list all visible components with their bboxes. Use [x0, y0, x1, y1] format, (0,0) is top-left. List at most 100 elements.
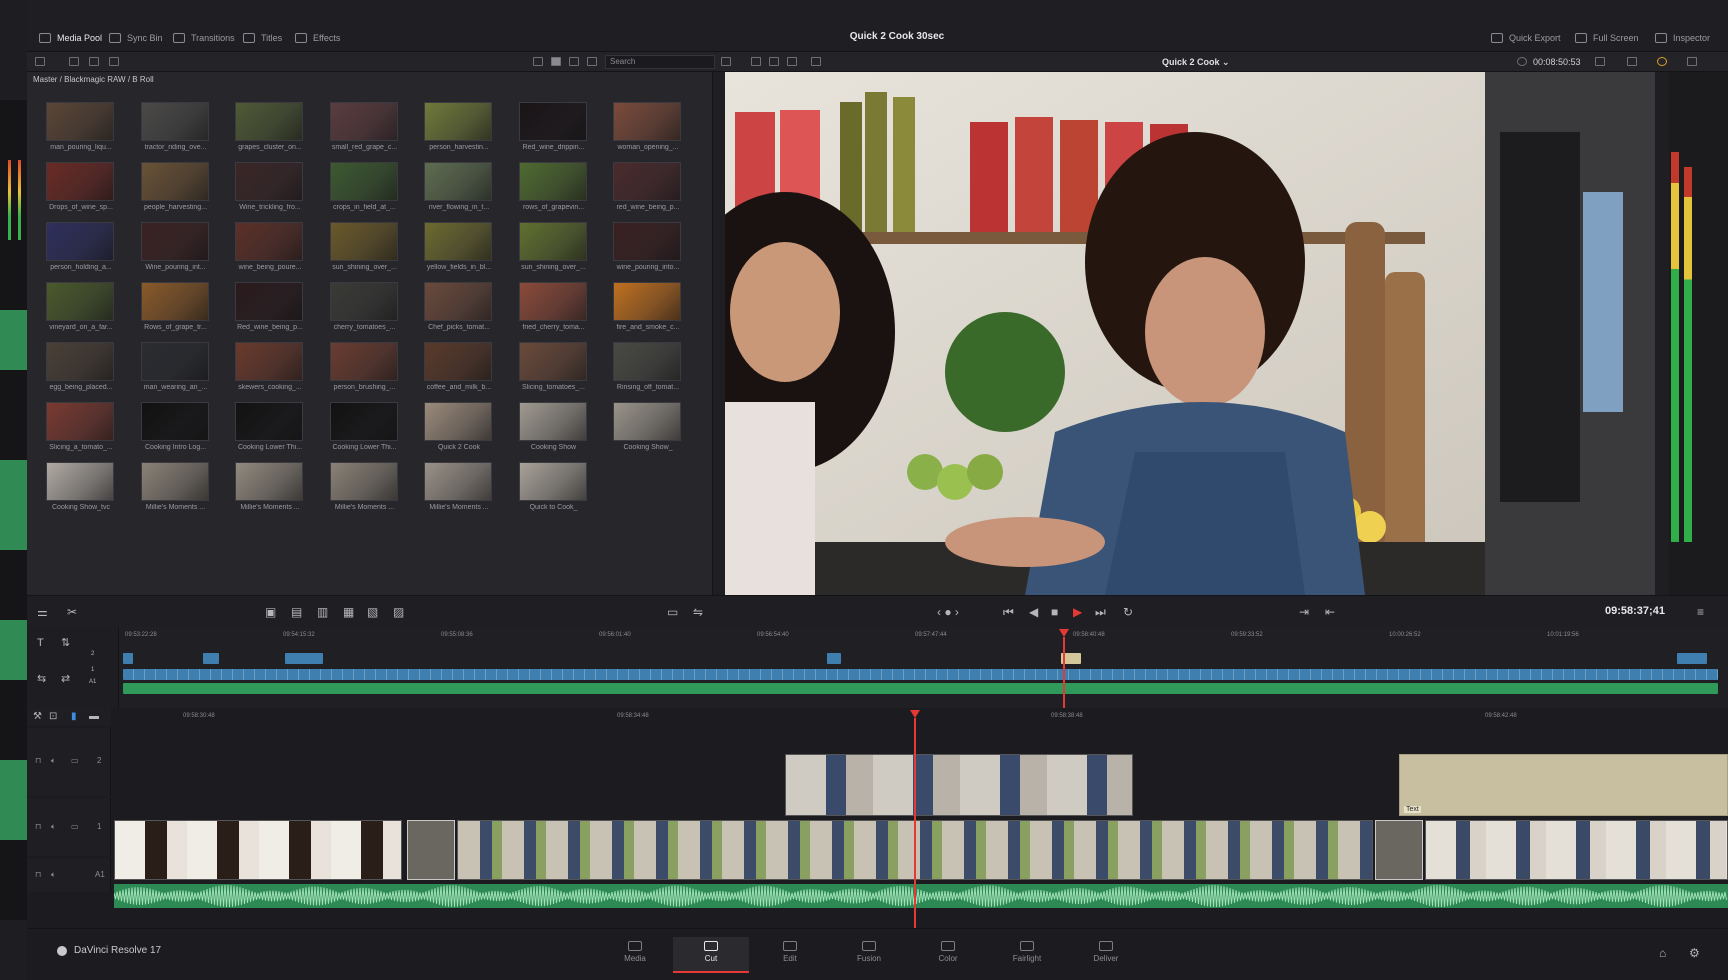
- timeline-view-icon[interactable]: ▭: [667, 606, 678, 618]
- page-edit[interactable]: Edit: [752, 937, 828, 973]
- page-media[interactable]: Media: [597, 937, 673, 973]
- media-clip[interactable]: person_harvestin...: [423, 102, 495, 160]
- media-clip[interactable]: Cooking Lower Thi...: [234, 402, 306, 460]
- transition-clip[interactable]: [1375, 820, 1423, 880]
- media-clip[interactable]: person_holding_a...: [45, 222, 117, 280]
- sort-icon[interactable]: [721, 57, 731, 66]
- transitions-button[interactable]: Transitions: [173, 31, 235, 45]
- upper-clip[interactable]: [1677, 653, 1707, 664]
- lock-icon[interactable]: ⊓: [35, 870, 41, 879]
- viewer-mode-icon[interactable]: [751, 57, 761, 66]
- upper-playhead[interactable]: [1063, 637, 1065, 708]
- media-clip[interactable]: wine_being_poure...: [234, 222, 306, 280]
- speaker-icon[interactable]: 🔈︎: [51, 870, 56, 880]
- text-tool-icon[interactable]: T: [37, 637, 44, 649]
- media-clip[interactable]: Millie's Moments ...: [234, 462, 306, 520]
- menu-icon[interactable]: ≡: [1697, 606, 1704, 618]
- media-clip[interactable]: egg_being_placed...: [45, 342, 117, 400]
- color-icon[interactable]: [1657, 57, 1667, 66]
- upper-audio-track[interactable]: [123, 683, 1718, 694]
- media-clip[interactable]: Red_wine_being_p...: [234, 282, 306, 340]
- media-clip[interactable]: vineyard_on_a_far...: [45, 282, 117, 340]
- trim-icon[interactable]: ⇋: [693, 606, 703, 618]
- a1-audio-clip[interactable]: [114, 884, 1728, 908]
- v1-clip[interactable]: [1425, 820, 1728, 880]
- media-clip[interactable]: wine_pouring_into...: [612, 222, 684, 280]
- upper-video-track[interactable]: [123, 669, 1718, 680]
- media-clip[interactable]: rows_of_grapevin...: [518, 162, 590, 220]
- list-view-icon[interactable]: [533, 57, 543, 66]
- breadcrumb[interactable]: Master / Blackmagic RAW / B Roll: [33, 75, 154, 84]
- close-up-icon[interactable]: ▦: [343, 606, 354, 618]
- source-tape-icon[interactable]: [769, 57, 779, 66]
- media-clip[interactable]: man_pouring_liqu...: [45, 102, 117, 160]
- audio-link-icon[interactable]: ⇆: [37, 673, 46, 685]
- upper-clip[interactable]: [285, 653, 323, 664]
- media-clip[interactable]: Quick to Cook_: [518, 462, 590, 520]
- settings-icon[interactable]: ⚙: [1689, 947, 1700, 959]
- skip-start-icon[interactable]: ⏮: [1003, 606, 1014, 618]
- filmstrip-view-icon[interactable]: [569, 57, 579, 66]
- media-clip[interactable]: Cooking Show_tvc: [45, 462, 117, 520]
- loop-icon[interactable]: ↻: [1123, 606, 1133, 618]
- media-clip[interactable]: Cooking Show_: [612, 402, 684, 460]
- v2-clip[interactable]: [785, 754, 1133, 816]
- upper-ruler[interactable]: 09:53:22:28 09:54:15:32 09:55:08:36 09:56:0…: [119, 631, 1719, 643]
- lower-timeline[interactable]: ⚒ ⊡ ▮ ▬ 09:58:30:48 09:58:34:48 09:58:38:4…: [27, 708, 1728, 928]
- speaker-icon[interactable]: [1687, 57, 1697, 66]
- media-clip[interactable]: Millie's Moments ...: [140, 462, 212, 520]
- speaker-icon[interactable]: 🔈︎: [51, 822, 56, 832]
- titles-button[interactable]: Titles: [243, 31, 282, 45]
- speaker-icon[interactable]: 🔈︎: [51, 756, 56, 766]
- media-clip[interactable]: Red_wine_drippin...: [518, 102, 590, 160]
- media-clip[interactable]: Millie's Moments ...: [329, 462, 401, 520]
- lock-icon[interactable]: ⊓: [35, 756, 41, 765]
- media-clip[interactable]: Wine_trickling_fro...: [234, 162, 306, 220]
- media-clip[interactable]: sun_shining_over_...: [329, 222, 401, 280]
- media-clip[interactable]: sun_shining_over_...: [518, 222, 590, 280]
- inspector-button[interactable]: Inspector: [1655, 31, 1710, 45]
- media-clip[interactable]: grapes_cluster_on...: [234, 102, 306, 160]
- step-back-icon[interactable]: ◀: [1029, 606, 1038, 618]
- media-clip[interactable]: yellow_fields_in_bl...: [423, 222, 495, 280]
- prev-edit-icon[interactable]: ‹ ● ›: [937, 606, 959, 618]
- media-clip[interactable]: Chef_picks_tomat...: [423, 282, 495, 340]
- media-clip[interactable]: crops_in_field_at_...: [329, 162, 401, 220]
- mark-out-icon[interactable]: ⇤: [1325, 606, 1335, 618]
- media-clip[interactable]: Cooking Intro Log...: [140, 402, 212, 460]
- sync-bin-button[interactable]: Sync Bin: [109, 31, 163, 45]
- viewer-panel[interactable]: [725, 72, 1655, 595]
- search-input[interactable]: Search: [605, 55, 715, 69]
- snap-icon[interactable]: ⊡: [49, 711, 57, 723]
- home-icon[interactable]: ⌂: [1659, 947, 1666, 959]
- monitor-icon[interactable]: ▭: [71, 756, 79, 765]
- page-cut[interactable]: Cut: [673, 937, 749, 973]
- upper-clip[interactable]: [123, 653, 133, 664]
- effects-button[interactable]: Effects: [295, 31, 340, 45]
- detach-icon[interactable]: ⇄: [61, 673, 70, 685]
- folder-icon[interactable]: [89, 57, 99, 66]
- media-clip[interactable]: skewers_cooking_...: [234, 342, 306, 400]
- append-icon[interactable]: ▤: [291, 606, 302, 618]
- page-deliver[interactable]: Deliver: [1068, 937, 1144, 973]
- lower-playhead[interactable]: [914, 718, 916, 928]
- thumbnail-view-icon[interactable]: [551, 57, 561, 66]
- lock-icon[interactable]: ⊓: [35, 822, 41, 831]
- play-icon[interactable]: ▶: [1073, 606, 1082, 618]
- new-bin-icon[interactable]: [69, 57, 79, 66]
- viewer-clip-name[interactable]: Quick 2 Cook ⌄: [1162, 57, 1230, 68]
- skip-end-icon[interactable]: ⏭: [1095, 606, 1106, 618]
- media-clip[interactable]: man_wearing_an_...: [140, 342, 212, 400]
- v1-clip[interactable]: [114, 820, 402, 880]
- source-overwrite-icon[interactable]: ▨: [393, 606, 404, 618]
- upper-clip[interactable]: [203, 653, 219, 664]
- text-clip[interactable]: Text: [1399, 754, 1728, 816]
- media-clip[interactable]: Quick 2 Cook: [423, 402, 495, 460]
- safe-area-icon[interactable]: [811, 57, 821, 66]
- media-clip[interactable]: red_wine_being_p...: [612, 162, 684, 220]
- media-clip[interactable]: Rows_of_grape_tr...: [140, 282, 212, 340]
- media-clip[interactable]: person_brushing_...: [329, 342, 401, 400]
- scissors-icon[interactable]: ✂: [67, 606, 77, 618]
- media-pool-button[interactable]: Media Pool: [39, 31, 102, 45]
- media-clip[interactable]: tractor_riding_ove...: [140, 102, 212, 160]
